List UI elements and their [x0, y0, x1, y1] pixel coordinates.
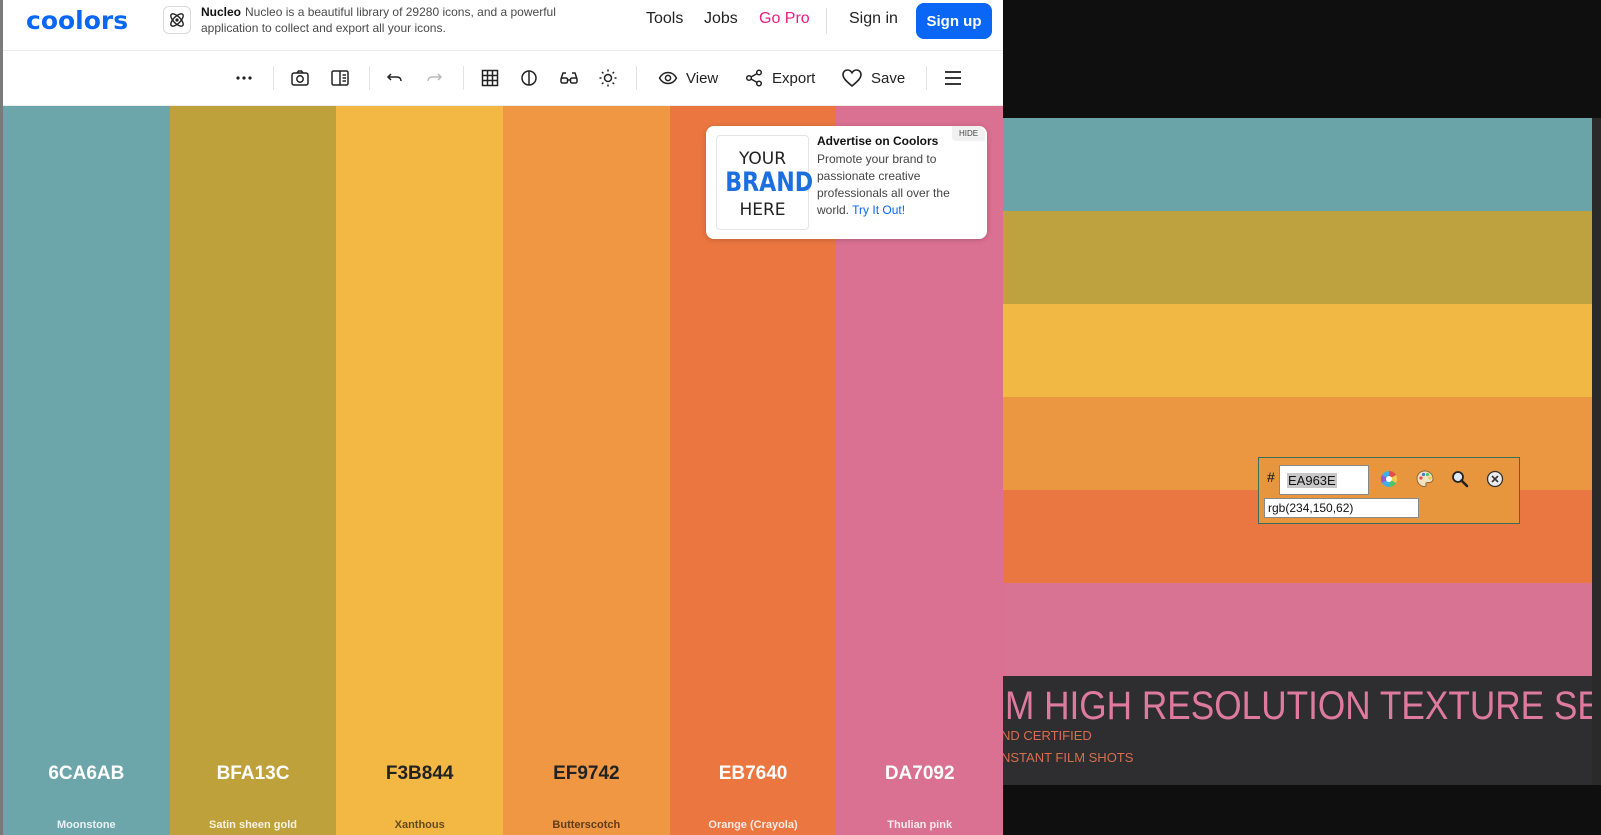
try-it-out-link[interactable]: Try It Out! [852, 203, 905, 217]
sign-up-button[interactable]: Sign up [916, 3, 992, 39]
coolors-logo[interactable]: coolors [26, 6, 128, 35]
color-hex-code[interactable]: BFA13C [170, 763, 337, 785]
color-hex-code[interactable]: 6CA6AB [3, 763, 170, 785]
menu-icon[interactable] [943, 65, 963, 91]
color-name[interactable]: Satin sheen gold [170, 819, 337, 831]
texture-band [1003, 118, 1601, 211]
texture-title: M HIGH RESOLUTION TEXTURE SET [1005, 684, 1601, 728]
toolbar-divider [636, 66, 637, 90]
coolors-app: coolors Nucleo Nucleo is a beautiful libr… [0, 0, 1003, 835]
color-hex-code[interactable]: F3B844 [336, 763, 503, 785]
heart-icon [841, 68, 863, 88]
top-bar: coolors Nucleo Nucleo is a beautiful libr… [3, 0, 1003, 51]
undo-icon[interactable] [385, 65, 405, 91]
hash-label: # [1267, 469, 1275, 485]
split-view-icon[interactable] [330, 65, 350, 91]
export-button[interactable]: Export [744, 65, 815, 91]
sponsor-brand: Nucleo [201, 5, 242, 19]
toolbar-divider [463, 66, 464, 90]
nav-tools[interactable]: Tools [646, 10, 683, 28]
color-column[interactable]: 6CA6AB Moonstone [3, 106, 170, 835]
share-icon [744, 68, 764, 88]
toolbar: View Export Save [3, 51, 1003, 106]
hex-input[interactable]: EA963E [1279, 465, 1369, 495]
contrast-icon[interactable] [519, 65, 539, 91]
brand-line-2: BRAND [725, 167, 814, 198]
view-label: View [686, 69, 719, 87]
color-name[interactable]: Orange (Crayola) [670, 819, 837, 831]
texture-band [1003, 304, 1601, 397]
hide-ad-button[interactable]: HIDE [952, 126, 985, 141]
rgb-input[interactable]: rgb(234,150,62) [1264, 498, 1419, 518]
redo-icon[interactable] [424, 65, 444, 91]
screen: coolors Nucleo Nucleo is a beautiful libr… [0, 0, 1601, 835]
color-hex-code[interactable]: DA7092 [836, 763, 1003, 785]
advertisement-card[interactable]: YOUR BRAND HERE Advertise on Coolors Pro… [706, 126, 987, 239]
color-name[interactable]: Thulian pink [836, 819, 1003, 831]
save-label: Save [871, 69, 906, 87]
color-wheel-icon[interactable] [1379, 469, 1399, 489]
color-column[interactable]: EF9742 Butterscotch [503, 106, 670, 835]
sign-in-link[interactable]: Sign in [849, 10, 898, 28]
color-name[interactable]: Xanthous [336, 819, 503, 831]
palette-icon[interactable] [1415, 469, 1435, 489]
close-icon[interactable] [1485, 469, 1505, 489]
your-brand-image[interactable]: YOUR BRAND HERE [716, 135, 814, 230]
nucleo-logo-icon[interactable] [163, 6, 191, 34]
toolbar-divider [926, 66, 927, 90]
window-edge [1592, 118, 1601, 785]
advert-body: Promote your brand to passionate creativ… [817, 151, 977, 219]
save-button[interactable]: Save [841, 65, 905, 91]
view-button[interactable]: View [658, 65, 718, 91]
color-name[interactable]: Butterscotch [503, 819, 670, 831]
eye-icon [658, 68, 678, 88]
texture-subtitle-1: ND CERTIFIED [1003, 728, 1092, 743]
advert-title[interactable]: Advertise on Coolors [817, 134, 938, 148]
glasses-icon[interactable] [559, 65, 579, 91]
toolbar-divider [273, 66, 274, 90]
texture-band [1003, 583, 1601, 676]
grid-icon[interactable] [480, 65, 500, 91]
brightness-icon[interactable] [598, 65, 618, 91]
hex-value: EA963E [1287, 473, 1337, 488]
export-label: Export [772, 69, 816, 87]
toolbar-divider [369, 66, 370, 90]
color-hex-code[interactable]: EF9742 [503, 763, 670, 785]
color-name[interactable]: Moonstone [3, 819, 170, 831]
texture-subtitle-2: NSTANT FILM SHOTS [1003, 750, 1134, 765]
texture-image: M HIGH RESOLUTION TEXTURE SET ND CERTIFI… [1003, 118, 1601, 785]
texture-band [1003, 211, 1601, 304]
nav-divider [826, 8, 827, 34]
brand-line-3: HERE [739, 200, 786, 220]
camera-icon[interactable] [290, 65, 310, 91]
brand-line-1: YOUR [738, 149, 787, 169]
sponsor-text[interactable]: Nucleo Nucleo is a beautiful library of 2… [201, 4, 561, 36]
color-hex-code[interactable]: EB7640 [670, 763, 837, 785]
color-column[interactable]: F3B844 Xanthous [336, 106, 504, 835]
nav-go-pro[interactable]: Go Pro [759, 10, 810, 28]
color-column[interactable]: BFA13C Satin sheen gold [169, 106, 337, 835]
more-icon[interactable] [234, 65, 254, 91]
nav-jobs[interactable]: Jobs [704, 10, 738, 28]
sponsor-description: Nucleo is a beautiful library of 29280 i… [201, 5, 556, 35]
color-picker-popup: # EA963E rgb(234,150,62) [1258, 457, 1520, 524]
magnifier-icon[interactable] [1450, 469, 1470, 489]
